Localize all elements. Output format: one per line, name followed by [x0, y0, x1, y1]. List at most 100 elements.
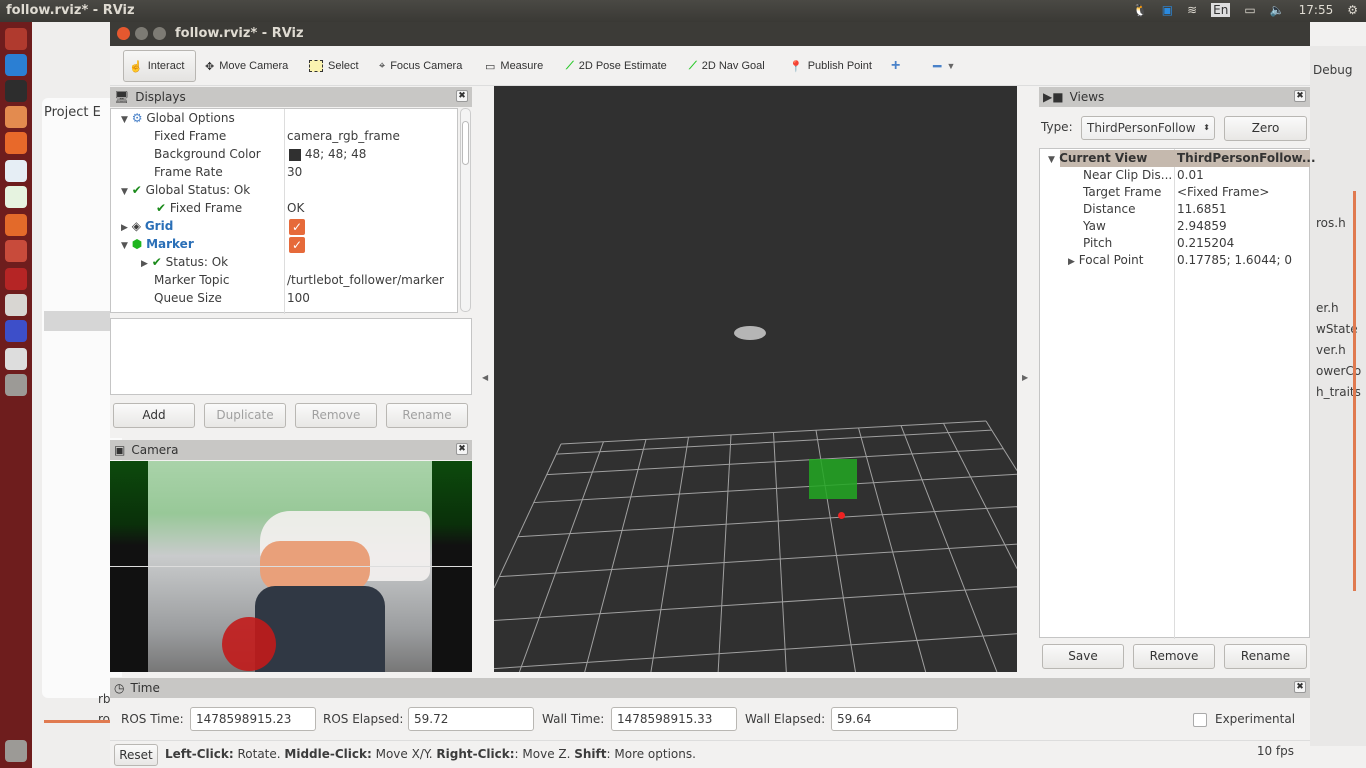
tree-item[interactable]: rb: [98, 692, 111, 706]
view-prop-value[interactable]: 2.94859: [1177, 217, 1227, 235]
interact-tool[interactable]: ☝ Interact: [123, 50, 196, 82]
reset-button[interactable]: Reset: [114, 744, 158, 766]
grid-enabled-checkbox[interactable]: ✓: [289, 218, 305, 235]
window-title: follow.rviz* - RViz: [175, 26, 304, 41]
close-icon[interactable]: ✖: [456, 90, 468, 102]
tree-row[interactable]: Marker Topic: [154, 271, 229, 289]
remove-tool-button[interactable]: ━ ▼: [928, 50, 960, 82]
app-icon[interactable]: [5, 268, 27, 290]
outline-item[interactable]: er.h: [1316, 301, 1339, 315]
fixed-frame-value[interactable]: camera_rgb_frame: [287, 127, 400, 145]
remove-display-button[interactable]: Remove: [295, 403, 377, 428]
rename-display-button[interactable]: Rename: [386, 403, 468, 428]
tux-icon[interactable]: 🐧: [1133, 3, 1148, 17]
battery-icon[interactable]: ▭: [1244, 3, 1255, 17]
close-icon[interactable]: ✖: [456, 443, 468, 455]
focus-camera-tool[interactable]: ⌖ Focus Camera: [374, 50, 467, 82]
background-color-value[interactable]: 48; 48; 48: [289, 145, 366, 163]
frame-rate-value[interactable]: 30: [287, 163, 302, 181]
rename-view-button[interactable]: Rename: [1224, 644, 1307, 669]
view-prop[interactable]: Pitch: [1083, 234, 1112, 252]
tree-row-global-status[interactable]: ▼ ✔ Global Status: Ok: [121, 181, 250, 199]
view-type-select[interactable]: ThirdPersonFollow ⬍: [1081, 116, 1215, 140]
outline-item[interactable]: ver.h: [1316, 343, 1346, 357]
text-editor-icon[interactable]: [5, 348, 27, 370]
wall-elapsed-field[interactable]: 59.64: [831, 707, 958, 731]
volume-icon[interactable]: 🔈: [1270, 3, 1285, 17]
marker-enabled-checkbox[interactable]: ✓: [289, 236, 305, 253]
3d-render-view[interactable]: [494, 86, 1017, 672]
experimental-checkbox[interactable]: [1193, 713, 1207, 727]
queue-size-value[interactable]: 100: [287, 289, 310, 307]
2d-nav-goal-tool[interactable]: ⟋ 2D Nav Goal: [684, 50, 770, 82]
tree-row[interactable]: Queue Size: [154, 289, 222, 307]
tree-row[interactable]: ✔ Fixed Frame: [156, 199, 242, 217]
close-icon[interactable]: ✖: [1294, 90, 1306, 102]
move-camera-tool[interactable]: ✥ Move Camera: [200, 50, 293, 82]
ros-time-field[interactable]: 1478598915.23: [190, 707, 316, 731]
dash-icon[interactable]: [5, 28, 27, 50]
outline-item[interactable]: ros.h: [1316, 216, 1346, 230]
tree-row-status[interactable]: ▶ ✔ Status: Ok: [141, 253, 228, 271]
tree-row[interactable]: Background Color: [154, 145, 261, 163]
tree-row[interactable]: Fixed Frame: [154, 127, 226, 145]
minimize-window-button[interactable]: [135, 27, 148, 40]
view-prop-value[interactable]: 0.17785; 1.6044; 0: [1177, 251, 1292, 269]
wifi-icon[interactable]: ≋: [1187, 3, 1197, 17]
keyboard-language[interactable]: En: [1211, 3, 1231, 17]
writer-icon[interactable]: [5, 160, 27, 182]
software-center-icon[interactable]: [5, 214, 27, 236]
tree-row[interactable]: Frame Rate: [154, 163, 223, 181]
tree-row-marker[interactable]: ▼ ⬢ Marker: [121, 235, 194, 253]
view-prop-value[interactable]: <Fixed Frame>: [1177, 183, 1269, 201]
displays-scrollbar[interactable]: [460, 108, 471, 312]
trash-icon[interactable]: [5, 740, 27, 762]
image-viewer-icon[interactable]: [5, 106, 27, 128]
select-tool[interactable]: Select: [304, 50, 364, 82]
zero-button[interactable]: Zero: [1224, 116, 1307, 141]
view-prop[interactable]: Distance: [1083, 200, 1135, 218]
collapse-right-arrow-icon[interactable]: ▶: [1022, 373, 1028, 382]
remove-view-button[interactable]: Remove: [1133, 644, 1215, 669]
debug-perspective[interactable]: Debug: [1313, 63, 1352, 77]
teamviewer-icon[interactable]: ▣: [1162, 3, 1173, 17]
teamviewer-launcher-icon[interactable]: [5, 54, 27, 76]
current-view-row[interactable]: ▼ Current View: [1048, 149, 1147, 167]
add-display-button[interactable]: Add: [113, 403, 195, 428]
tree-item[interactable]: ro: [98, 712, 110, 726]
view-prop[interactable]: Target Frame: [1083, 183, 1161, 201]
2d-pose-estimate-tool[interactable]: ⟋ 2D Pose Estimate: [561, 50, 672, 82]
terminal-icon[interactable]: [5, 80, 27, 102]
duplicate-display-button[interactable]: Duplicate: [204, 403, 286, 428]
save-view-button[interactable]: Save: [1042, 644, 1124, 669]
measure-tool[interactable]: ▭ Measure: [480, 50, 548, 82]
settings-gear-icon[interactable]: ⚙: [1347, 3, 1358, 17]
rviz-launcher-icon[interactable]: [5, 374, 27, 396]
calc-icon[interactable]: [5, 186, 27, 208]
wall-time-field[interactable]: 1478598915.33: [611, 707, 737, 731]
clock[interactable]: 17:55: [1299, 3, 1334, 17]
close-icon[interactable]: ✖: [1294, 681, 1306, 693]
eclipse-icon[interactable]: [5, 320, 27, 342]
view-prop-focal-point[interactable]: ▶ Focal Point: [1068, 251, 1143, 269]
system-settings-icon[interactable]: [5, 240, 27, 262]
video-camera-icon: ▶■: [1043, 90, 1064, 104]
marker-topic-value[interactable]: /turtlebot_follower/marker: [287, 271, 444, 289]
maximize-window-button[interactable]: [153, 27, 166, 40]
outline-item[interactable]: wState: [1316, 322, 1358, 336]
tree-row-grid[interactable]: ▶ ◈ Grid: [121, 217, 173, 235]
view-prop-value[interactable]: 0.215204: [1177, 234, 1234, 252]
add-tool-button[interactable]: +: [886, 50, 905, 82]
collapse-left-arrow-icon[interactable]: ◀: [482, 373, 488, 382]
view-prop[interactable]: Near Clip Dis...: [1083, 166, 1172, 184]
ros-elapsed-field[interactable]: 59.72: [408, 707, 534, 731]
tree-row-global-options[interactable]: ▼ ⚙ Global Options: [121, 109, 235, 127]
publish-point-tool[interactable]: 📍 Publish Point: [784, 50, 877, 82]
files-icon[interactable]: [5, 294, 27, 316]
view-prop[interactable]: Yaw: [1083, 217, 1106, 235]
close-window-button[interactable]: [117, 27, 130, 40]
firefox-icon[interactable]: [5, 132, 27, 154]
view-prop-value[interactable]: 11.6851: [1177, 200, 1227, 218]
view-prop-value[interactable]: 0.01: [1177, 166, 1204, 184]
project-explorer-tab[interactable]: Project E: [44, 105, 101, 120]
